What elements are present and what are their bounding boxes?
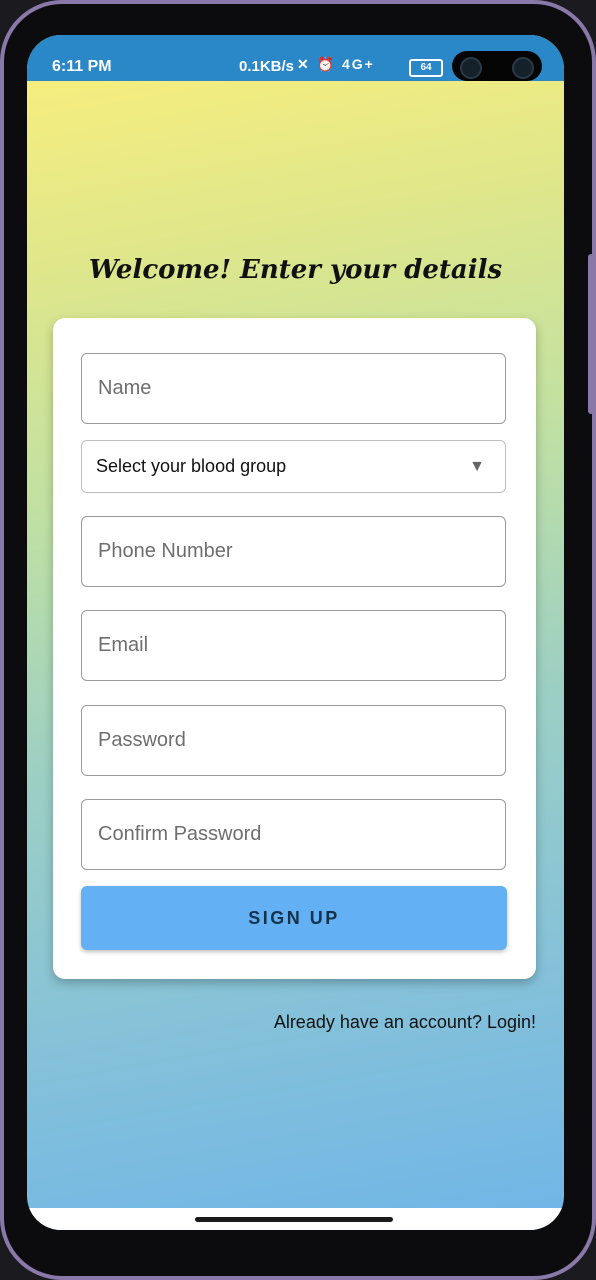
phone-field[interactable]: Phone Number: [81, 516, 506, 587]
login-link[interactable]: Already have an account? Login!: [274, 1012, 536, 1033]
confirm-password-field[interactable]: Confirm Password: [81, 799, 506, 870]
network-speed: 0.1KB/s: [239, 58, 295, 75]
screen: 6:11 PM 0.1KB/s ✕ ⏰ 4G+ 64 Welcome! Ente…: [27, 35, 564, 1230]
camera-lens-icon: [512, 57, 534, 79]
navigation-bar: [27, 1208, 564, 1230]
page-title: Welcome! Enter your details: [88, 255, 503, 285]
blood-group-select-label: Select your blood group: [96, 456, 287, 476]
status-bar: 6:11 PM 0.1KB/s ✕ ⏰ 4G+ 64: [27, 35, 564, 81]
camera-lens-icon: [460, 57, 482, 79]
side-button: [588, 254, 594, 414]
registration-card: Name Select your blood group ▼ Phone Num…: [53, 318, 536, 979]
camera-cutout: [452, 51, 542, 81]
home-indicator[interactable]: [195, 1217, 393, 1222]
signal-label: 4G+: [341, 56, 375, 72]
battery-icon: 64: [409, 59, 443, 77]
caret-down-icon: ▼: [469, 457, 485, 475]
password-field[interactable]: Password: [81, 705, 506, 776]
name-field[interactable]: Name: [81, 353, 506, 424]
status-icons: ✕ ⏰ 4G+: [297, 56, 375, 73]
email-field[interactable]: Email: [81, 610, 506, 681]
notifications-off-icon: ✕: [297, 56, 311, 72]
signup-button[interactable]: SIGN UP: [81, 886, 507, 950]
status-time: 6:11 PM: [52, 58, 112, 75]
alarm-icon: ⏰: [316, 56, 337, 72]
blood-group-select[interactable]: Select your blood group ▼: [81, 440, 506, 493]
